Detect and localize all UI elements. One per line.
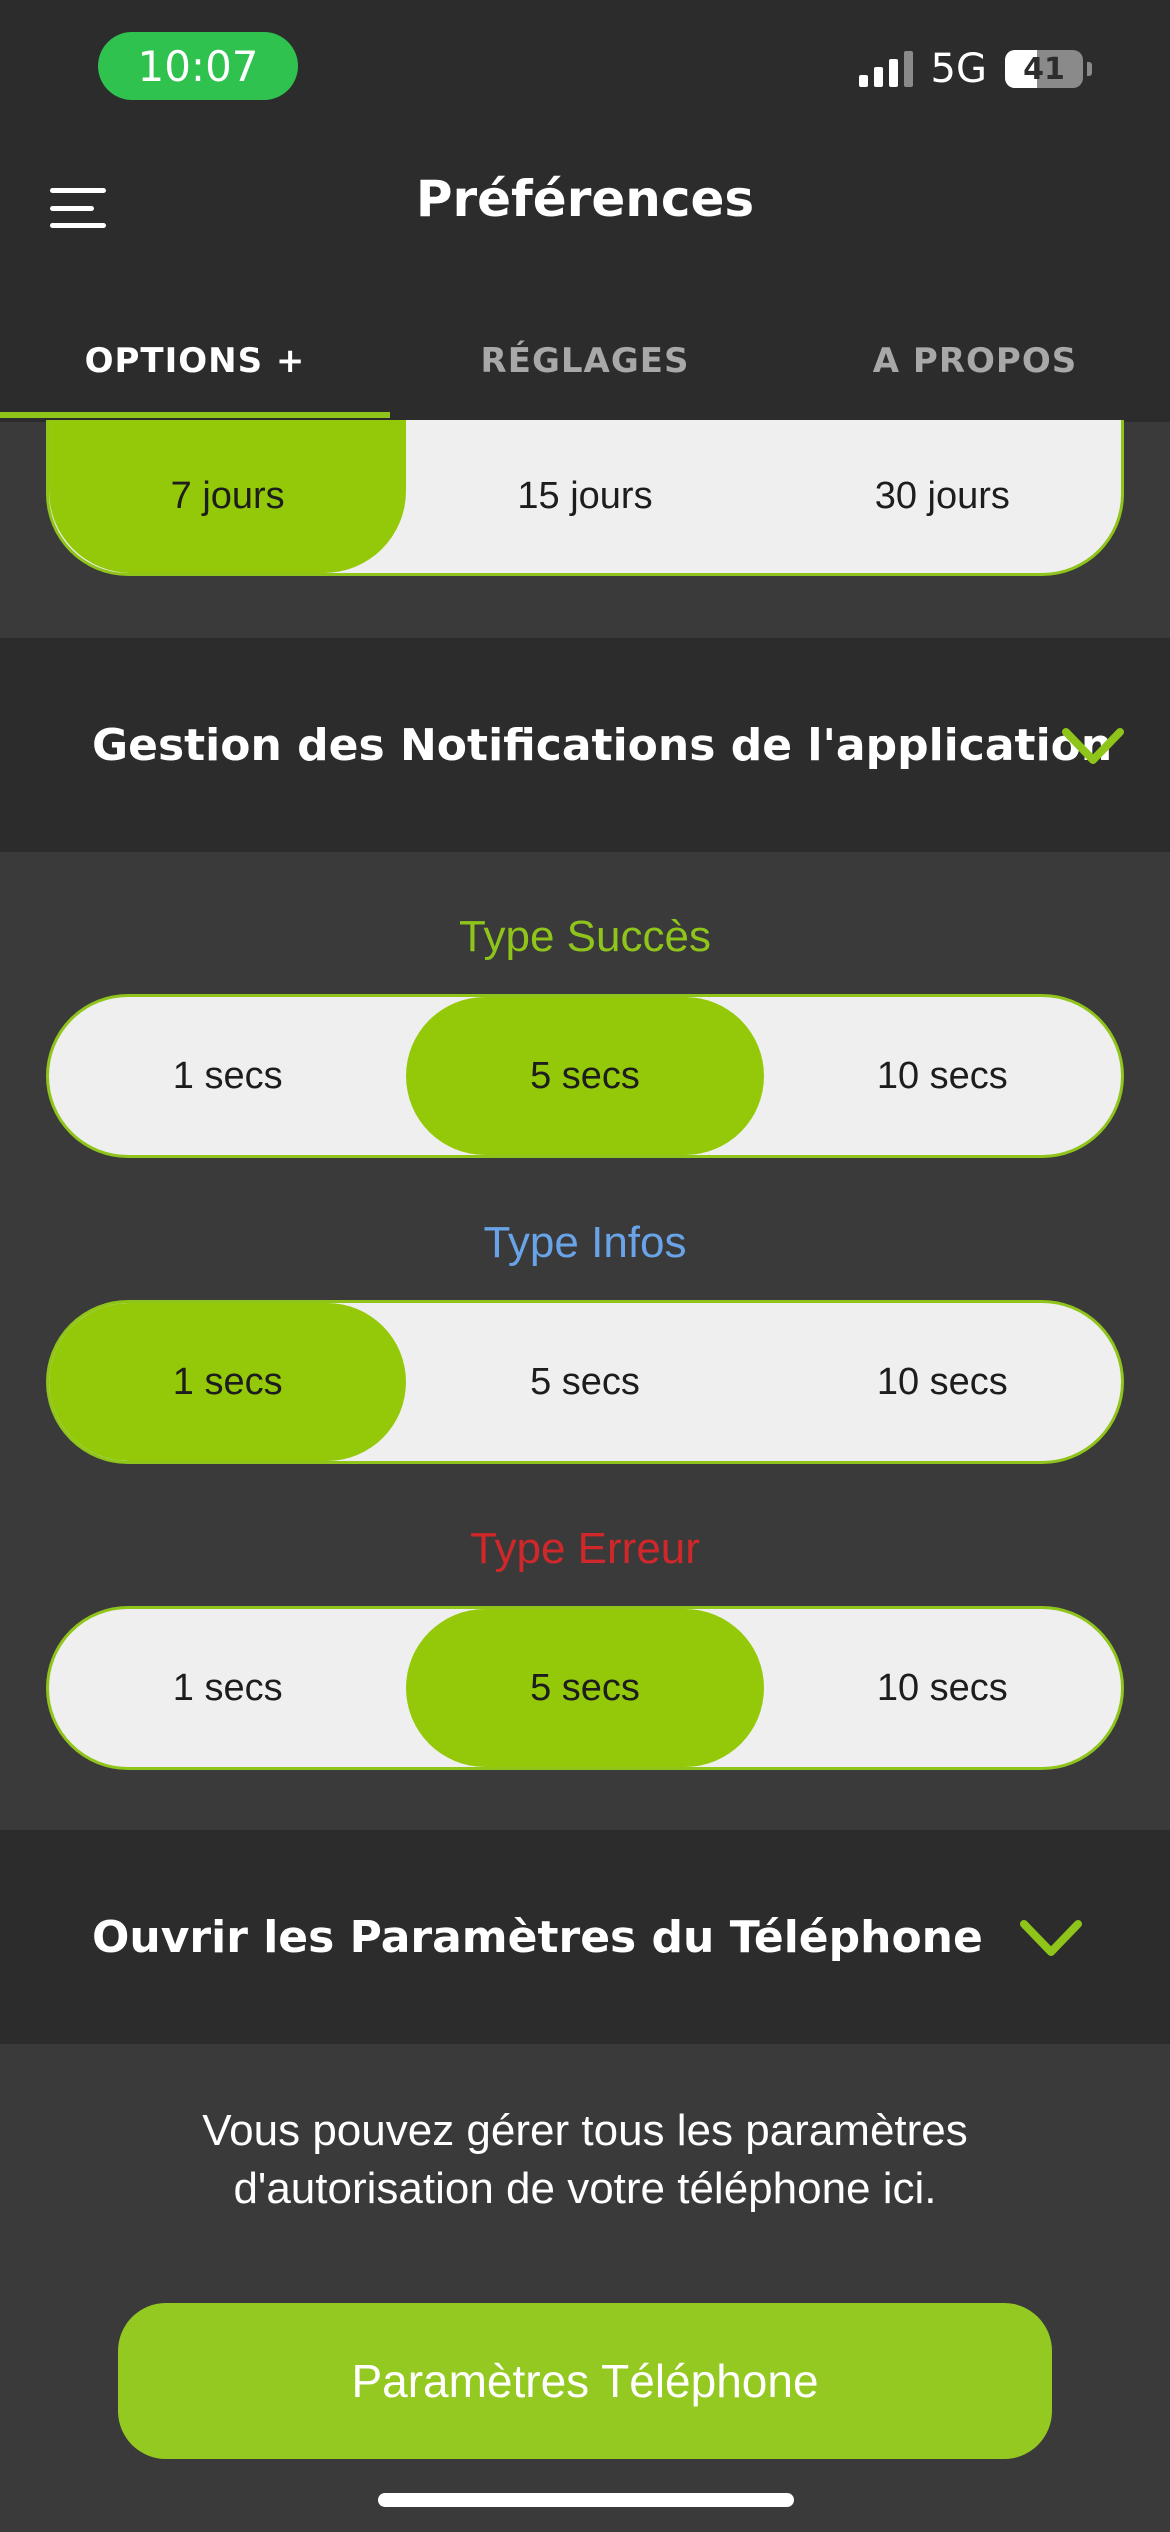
error-option-5[interactable]: 5 secs (406, 1609, 764, 1767)
chevron-down-icon[interactable] (1020, 1918, 1082, 1958)
phone-settings-section-header[interactable]: Ouvrir les Paramètres du Téléphone (0, 1830, 1170, 2044)
success-duration-selector: 1 secs 5 secs 10 secs (46, 994, 1124, 1158)
battery-icon: 41 (1005, 50, 1083, 88)
phone-settings-button[interactable]: Paramètres Téléphone (118, 2303, 1052, 2459)
signal-icon (858, 51, 913, 87)
notifications-section-header[interactable]: Gestion des Notifications de l'applicati… (0, 638, 1170, 852)
status-time: 10:07 (98, 32, 298, 100)
retention-option-7[interactable]: 7 jours (49, 420, 407, 573)
network-label: 5G (930, 46, 987, 92)
page-title: Préférences (415, 170, 755, 228)
info-option-10[interactable]: 10 secs (764, 1303, 1121, 1461)
success-type-label: Type Succès (459, 912, 711, 961)
retention-option-15[interactable]: 15 jours (406, 420, 763, 573)
retention-selector: 7 jours 15 jours 30 jours (46, 420, 1124, 576)
notifications-section-title: Gestion des Notifications de l'applicati… (92, 719, 1113, 771)
success-option-5[interactable]: 5 secs (406, 997, 764, 1155)
status-indicators: 5G 41 (858, 44, 1092, 94)
info-duration-selector: 1 secs 5 secs 10 secs (46, 1300, 1124, 1464)
error-duration-selector: 1 secs 5 secs 10 secs (46, 1606, 1124, 1770)
success-option-10[interactable]: 10 secs (764, 997, 1121, 1155)
error-option-1[interactable]: 1 secs (49, 1609, 406, 1767)
battery-level: 41 (1023, 51, 1065, 87)
tab-reglages[interactable]: RÉGLAGES (390, 300, 780, 422)
error-type-label: Type Erreur (470, 1524, 700, 1573)
top-bar: 10:07 5G 41 Préférences OPTIONS + RÉGLAG… (0, 0, 1170, 422)
tab-a-propos[interactable]: A PROPOS (780, 300, 1170, 422)
chevron-down-icon[interactable] (1062, 726, 1124, 766)
tab-bar: OPTIONS + RÉGLAGES A PROPOS (0, 300, 1170, 422)
retention-option-30[interactable]: 30 jours (764, 420, 1121, 573)
phone-settings-description: Vous pouvez gérer tous les paramètres d'… (202, 2106, 968, 2213)
info-option-5[interactable]: 5 secs (406, 1303, 763, 1461)
home-indicator (378, 2493, 794, 2507)
success-option-1[interactable]: 1 secs (49, 997, 406, 1155)
tab-options[interactable]: OPTIONS + (0, 300, 390, 422)
battery-cap (1087, 62, 1092, 76)
app-screen: 10:07 5G 41 Préférences OPTIONS + RÉGLAG… (0, 0, 1170, 2532)
info-option-1[interactable]: 1 secs (49, 1303, 407, 1461)
phone-settings-section-title: Ouvrir les Paramètres du Téléphone (92, 1911, 983, 1963)
error-option-10[interactable]: 10 secs (764, 1609, 1121, 1767)
info-type-label: Type Infos (483, 1218, 687, 1267)
